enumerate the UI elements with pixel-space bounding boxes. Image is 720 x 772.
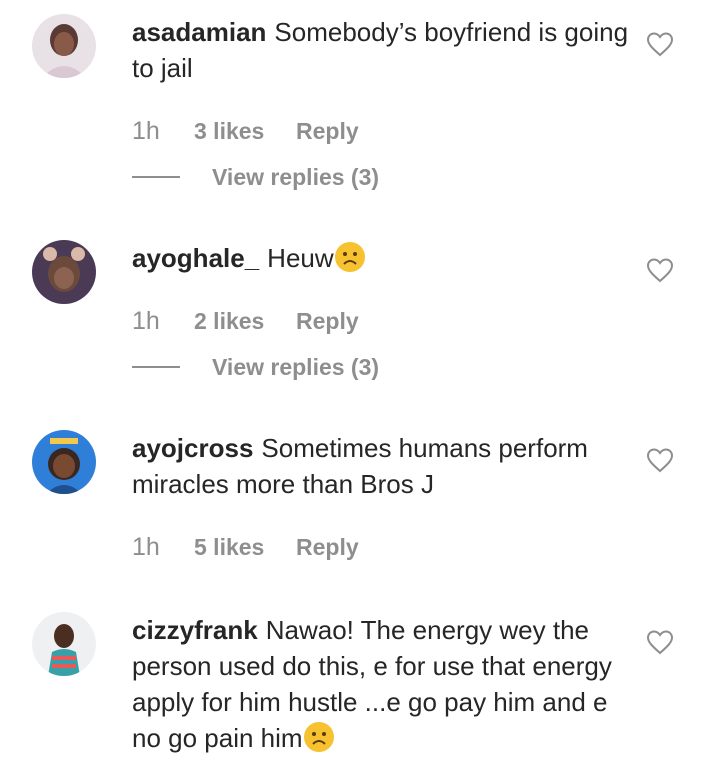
heart-outline-icon[interactable] — [646, 629, 674, 655]
comment-text: asadamian Somebody’s boyfriend is going t… — [132, 14, 632, 86]
reply-button[interactable]: Reply — [296, 308, 359, 335]
comment-meta: 1h 5 likes Reply — [132, 530, 359, 564]
comment-timestamp: 1h — [132, 116, 160, 145]
comment-text: ayoghale_ Heuw — [132, 240, 632, 276]
reply-button[interactable]: Reply — [296, 118, 359, 145]
view-replies-label: View replies (3) — [212, 163, 380, 190]
heart-outline-icon[interactable] — [646, 257, 674, 283]
avatar[interactable] — [32, 612, 96, 676]
comment-meta: 1h 2 likes Reply — [132, 304, 359, 338]
comment-username[interactable]: asadamian — [132, 17, 266, 47]
likes-count[interactable]: 5 likes — [194, 534, 296, 561]
comment-username[interactable]: cizzyfrank — [132, 615, 258, 645]
comment-text: ayojcross Sometimes humans perform miracl… — [132, 430, 632, 502]
comment-username[interactable]: ayoghale_ — [132, 243, 259, 273]
comment-timestamp: 1h — [132, 306, 160, 335]
divider — [132, 176, 180, 178]
view-replies-button[interactable]: View replies (3) — [132, 352, 379, 382]
comment-text: cizzyfrank Nawao! The energy wey the pers… — [132, 612, 622, 756]
comment-timestamp: 1h — [132, 532, 160, 561]
likes-count[interactable]: 3 likes — [194, 118, 296, 145]
heart-outline-icon[interactable] — [646, 31, 674, 57]
avatar[interactable] — [32, 430, 96, 494]
comment-username[interactable]: ayojcross — [132, 433, 253, 463]
heart-outline-icon[interactable] — [646, 447, 674, 473]
sad-face-emoji — [334, 241, 366, 273]
view-replies-button[interactable]: View replies (3) — [132, 162, 379, 192]
comment-body: Heuw — [267, 243, 334, 273]
avatar[interactable] — [32, 14, 96, 78]
sad-face-emoji — [303, 721, 335, 753]
divider — [132, 366, 180, 368]
reply-button[interactable]: Reply — [296, 534, 359, 561]
likes-count[interactable]: 2 likes — [194, 308, 296, 335]
comment-meta: 1h 3 likes Reply — [132, 114, 359, 148]
view-replies-label: View replies (3) — [212, 353, 380, 380]
avatar[interactable] — [32, 240, 96, 304]
